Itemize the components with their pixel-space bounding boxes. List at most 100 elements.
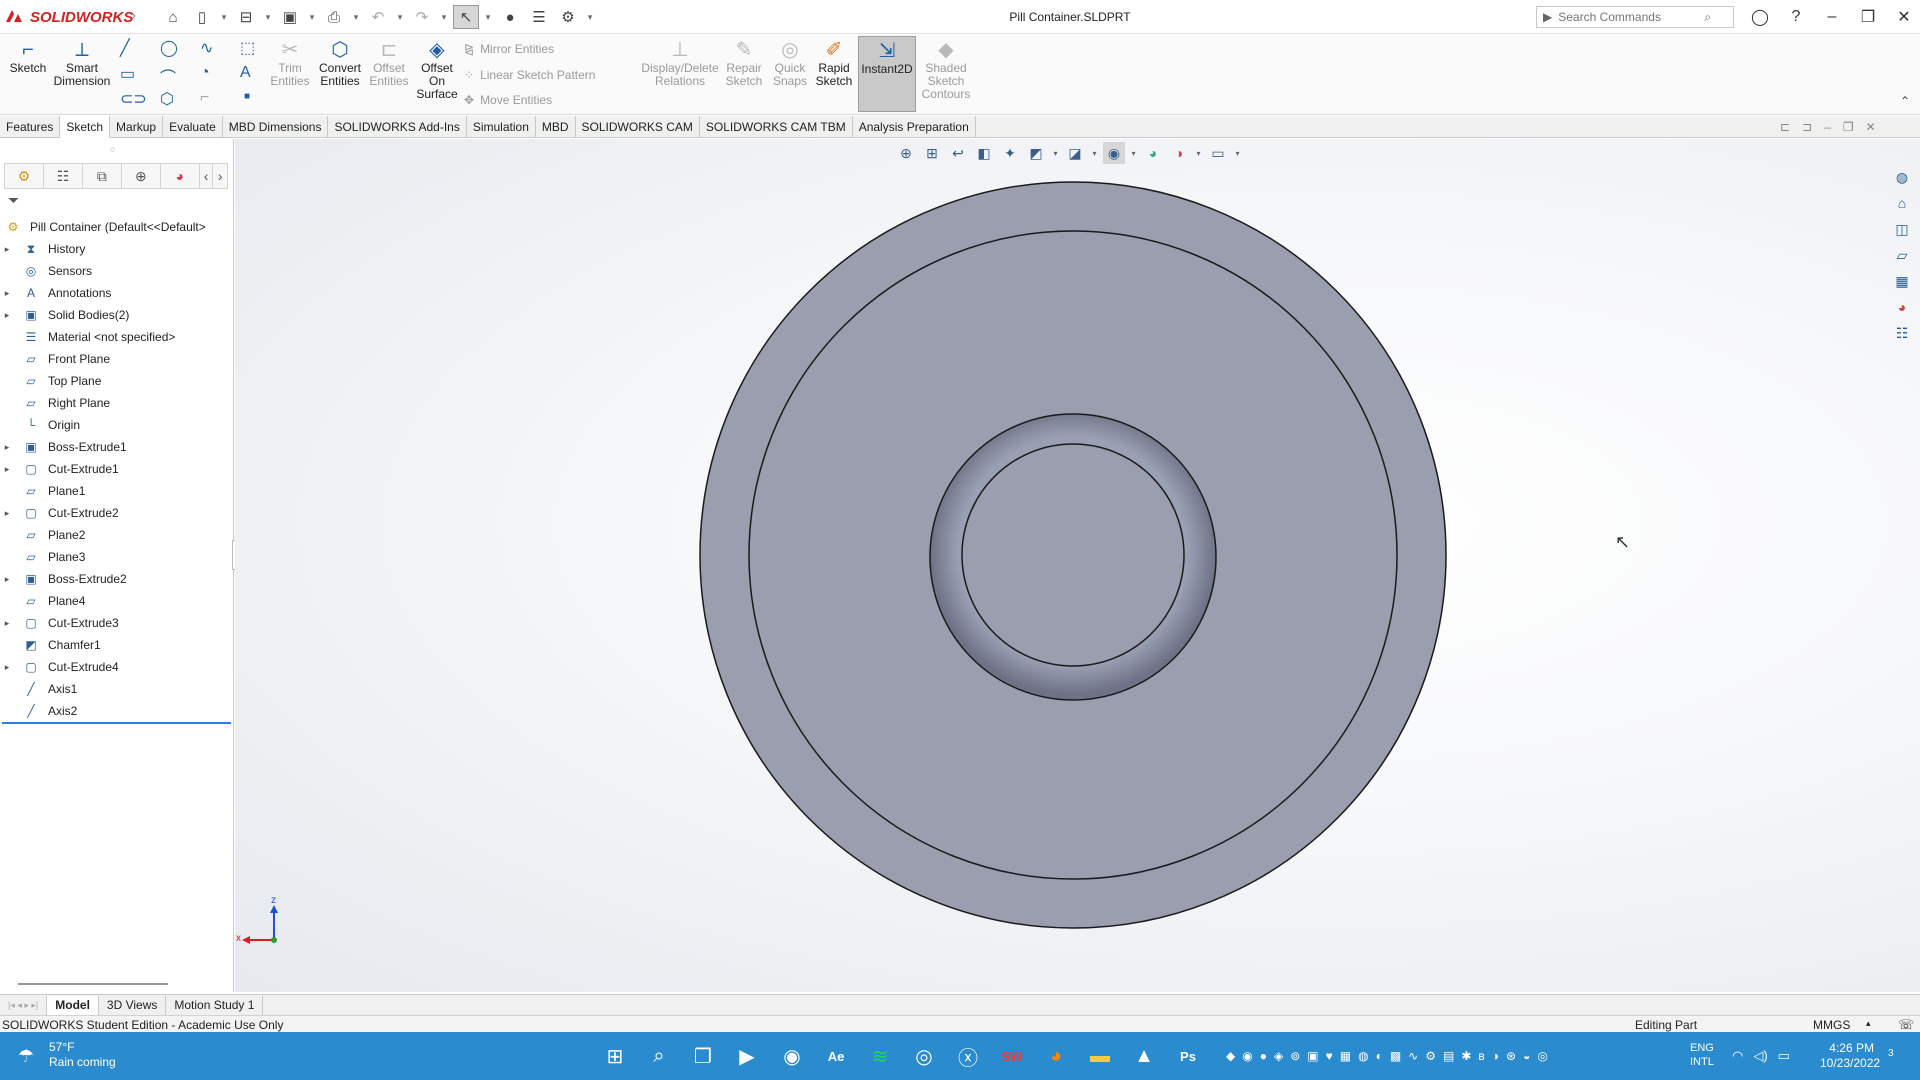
fillet-icon[interactable]: ◔	[200, 64, 210, 82]
tray-app-icon[interactable]: ◉	[1242, 1049, 1252, 1063]
tray-app-icon[interactable]: ▩	[1390, 1049, 1401, 1063]
status-units[interactable]: MMGS	[1813, 1018, 1850, 1032]
convert-entities-button[interactable]: ⬡ Convert Entities	[316, 38, 364, 88]
tab-mbd[interactable]: MBD	[536, 116, 576, 138]
tray-app-icon[interactable]: ◈	[1274, 1049, 1283, 1063]
tray-app-icon[interactable]: ♥	[1326, 1049, 1333, 1063]
tray-app-icon[interactable]: ⚙	[1425, 1049, 1436, 1063]
design-library-icon[interactable]: ⌂	[1890, 192, 1914, 214]
tree-item[interactable]: ▸ ▣ Solid Bodies(2)	[0, 304, 232, 326]
tray-app-icon[interactable]: ▣	[1307, 1049, 1318, 1063]
slot-icon[interactable]: ⊂⊃	[120, 89, 147, 109]
tree-item[interactable]: ▱ Plane2	[0, 524, 232, 546]
hide-show-dropdown-icon[interactable]: ▾	[1129, 142, 1138, 164]
notification-badge[interactable]: 3	[1888, 1048, 1894, 1059]
system-tray-icons[interactable]: ◆ ◉ ● ◈ ⊚ ▣ ♥ ▦ ◍ ◐ ▩ ∿ ⚙ ▤ ✱ ʙ ◑ ⊛ ◒ ◎	[1226, 1032, 1548, 1080]
photoshop-icon[interactable]: Ps	[1174, 1042, 1202, 1070]
offset-entities-button[interactable]: ⊏ Offset Entities	[366, 38, 412, 88]
account-icon[interactable]: ◯	[1742, 4, 1778, 30]
taskbar-search-icon[interactable]: ⌕	[645, 1042, 673, 1070]
chamfer-sketch-icon[interactable]: ⌐	[200, 89, 209, 107]
tree-item[interactable]: ╱ Axis1	[0, 678, 232, 700]
teams-chat-icon[interactable]: ▶	[733, 1042, 761, 1070]
previous-view-icon[interactable]: ↩	[947, 142, 969, 164]
weather-icon[interactable]: ☂	[12, 1042, 40, 1070]
quick-tips-icon[interactable]: ☏	[1898, 1017, 1914, 1033]
sketch-button[interactable]: ⌐ Sketch	[8, 38, 48, 75]
restore-icon[interactable]: ❐	[1850, 4, 1886, 30]
view-palette-icon[interactable]: ▱	[1890, 244, 1914, 266]
file-explorer-taskbar-icon[interactable]: ▬	[1086, 1042, 1114, 1070]
tray-app-icon[interactable]: ⊛	[1506, 1049, 1516, 1063]
xbox-icon[interactable]: ⓧ	[954, 1042, 982, 1070]
tree-item[interactable]: ▱ Plane4	[0, 590, 232, 612]
bottom-tab-model[interactable]: Model	[47, 995, 99, 1015]
tab-sketch[interactable]: Sketch	[60, 116, 111, 138]
spotify-icon[interactable]: ≋	[866, 1042, 894, 1070]
text-icon[interactable]: A	[240, 64, 251, 82]
tab-solidworks-cam-tbm[interactable]: SOLIDWORKS CAM TBM	[700, 116, 853, 138]
tray-app-icon[interactable]: ◒	[1523, 1049, 1530, 1063]
tree-item[interactable]: ▸ ⧗ History	[0, 238, 232, 260]
tile-right-icon[interactable]: ⊐	[1802, 120, 1812, 134]
view-settings-icon[interactable]: ▭	[1207, 142, 1229, 164]
offset-on-surface-button[interactable]: ◈ Offset On Surface	[414, 38, 460, 101]
tree-item[interactable]: ▸ ▢ Cut-Extrude1	[0, 458, 232, 480]
tree-item[interactable]: ▸ ▣ Boss-Extrude2	[0, 568, 232, 590]
scenes-icon[interactable]: ◕	[1890, 296, 1914, 318]
linear-sketch-pattern-button[interactable]: ⁘ Linear Sketch Pattern	[464, 68, 595, 82]
solidworks-resources-icon[interactable]: ◍	[1890, 166, 1914, 188]
display-style-icon[interactable]: ◪	[1064, 142, 1086, 164]
tree-item[interactable]: └ Origin	[0, 414, 232, 436]
line-icon[interactable]: ╱	[120, 38, 130, 58]
tray-app-icon[interactable]: ▦	[1340, 1049, 1351, 1063]
task-view-icon[interactable]: ❐	[689, 1042, 717, 1070]
dynamic-annotation-icon[interactable]: ✦	[999, 142, 1021, 164]
tab-simulation[interactable]: Simulation	[467, 116, 536, 138]
bottom-tab-3d-views[interactable]: 3D Views	[99, 995, 167, 1015]
expand-arrow-icon[interactable]: ▸	[0, 442, 14, 453]
wifi-icon[interactable]: ◠	[1732, 1048, 1743, 1064]
apply-scene-icon[interactable]: ◑	[1168, 142, 1190, 164]
filter-icon[interactable]: ⏷	[8, 192, 19, 209]
tree-item[interactable]: ☰ Material <not specified>	[0, 326, 232, 348]
panel-grip-icon[interactable]: ○	[110, 144, 115, 154]
section-view-icon[interactable]: ◧	[973, 142, 995, 164]
display-manager-tab-icon[interactable]: ◕	[161, 164, 200, 188]
tray-app-icon[interactable]: ◐	[1376, 1049, 1383, 1063]
units-dropdown-icon[interactable]: ▴	[1866, 1018, 1871, 1029]
viewport-minimize-icon[interactable]: –	[1824, 120, 1831, 134]
language-indicator[interactable]: ENG INTL	[1690, 1041, 1714, 1069]
expand-arrow-icon[interactable]: ▸	[0, 288, 14, 299]
tray-app-icon[interactable]: ▤	[1443, 1049, 1454, 1063]
viewport-close-icon[interactable]: ✕	[1866, 120, 1876, 134]
firefox-icon[interactable]: ◕	[1042, 1042, 1070, 1070]
configuration-manager-tab-icon[interactable]: ⧉	[83, 164, 122, 188]
tree-item[interactable]: ▱ Plane3	[0, 546, 232, 568]
search-magnifier-icon[interactable]: ⌕	[1704, 10, 1711, 25]
expand-arrow-icon[interactable]: ▸	[0, 508, 14, 519]
display-delete-relations-button[interactable]: ⊥ Display/Delete Relations	[640, 38, 720, 88]
zoom-to-fit-icon[interactable]: ⊕	[895, 142, 917, 164]
tree-item[interactable]: ◎ Sensors	[0, 260, 232, 282]
view-orientation-dropdown-icon[interactable]: ▾	[1051, 142, 1060, 164]
solidworks-taskbar-icon[interactable]: SW	[998, 1042, 1026, 1070]
expand-arrow-icon[interactable]: ▸	[0, 662, 14, 673]
panel-scroll-left-icon[interactable]: ‹	[200, 164, 214, 188]
help-icon[interactable]: ?	[1778, 4, 1814, 30]
rollback-bar[interactable]	[2, 722, 231, 724]
inner-bore-edge[interactable]	[961, 443, 1185, 667]
tree-item[interactable]: ◩ Chamfer1	[0, 634, 232, 656]
mirror-entities-button[interactable]: ⧎ Mirror Entities	[464, 42, 554, 56]
collapse-ribbon-icon[interactable]: ⌃	[1900, 94, 1910, 108]
shaded-sketch-contours-button[interactable]: ◆ Shaded Sketch Contours	[920, 38, 972, 101]
tab-mbd-dimensions[interactable]: MBD Dimensions	[223, 116, 329, 138]
tree-item[interactable]: ▱ Plane1	[0, 480, 232, 502]
appearances-icon[interactable]: ▦	[1890, 270, 1914, 292]
expand-arrow-icon[interactable]: ▸	[0, 310, 14, 321]
polygon-icon[interactable]: ⬡	[160, 89, 174, 109]
feature-manager-tab-icon[interactable]: ⚙	[5, 164, 44, 188]
volume-icon[interactable]: ◁)	[1753, 1048, 1767, 1064]
quick-snaps-button[interactable]: ◎ Quick Snaps	[770, 38, 810, 88]
construction-geometry-icon[interactable]: ⬚	[240, 38, 255, 58]
